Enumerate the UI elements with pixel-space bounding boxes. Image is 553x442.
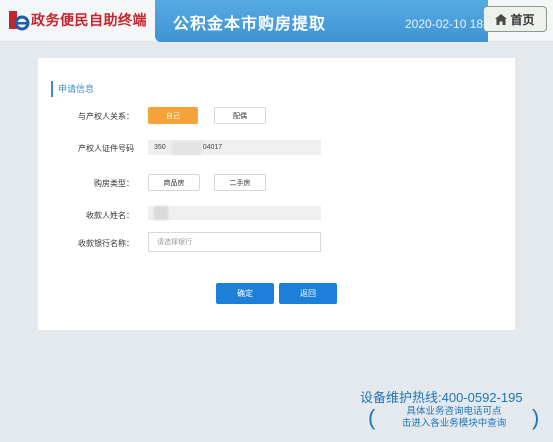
relation-option-self[interactable]: 自己 <box>148 107 198 124</box>
redaction-mask <box>172 141 202 155</box>
id-number-label: 产权人证件号码 <box>78 144 134 153</box>
house-type-option-second-hand[interactable]: 二手房 <box>214 174 266 191</box>
relation-label: 与产权人关系： <box>78 112 134 121</box>
id-number-field: 350 04017 <box>148 140 321 155</box>
payee-name-field <box>148 206 321 220</box>
right-paren-decoration: ) <box>532 405 540 430</box>
home-button-label: 首页 <box>510 12 535 27</box>
section-title: 申请信息 <box>51 81 94 97</box>
title-bar: 公积金本市购房提取 2020-02-10 18: <box>155 0 488 42</box>
page-title: 公积金本市购房提取 <box>173 16 327 33</box>
payee-name-label: 收款人姓名： <box>86 211 134 220</box>
application-form-card: 申请信息 与产权人关系： 自己 配偶 产权人证件号码 350 04017 购房类… <box>38 58 515 330</box>
left-paren-decoration: ( <box>368 405 376 430</box>
bank-select[interactable]: 请选择银行 <box>148 232 321 252</box>
redaction-mask <box>154 206 168 220</box>
id-number-prefix: 350 <box>154 144 166 151</box>
home-icon <box>495 13 508 25</box>
datetime: 2020-02-10 18: <box>405 17 487 31</box>
service-hint-line1: 具体业务咨询电话可点 <box>406 406 502 417</box>
house-type-option-commercial[interactable]: 商品房 <box>148 174 200 191</box>
service-hint-line2: 击进入各业务模块中查询 <box>401 418 507 429</box>
service-hint: 具体业务咨询电话可点 击进入各业务模块中查询 <box>379 406 529 430</box>
header-bar: 政务便民自助终端 公积金本市购房提取 2020-02-10 18: 首页 <box>0 0 553 42</box>
e-government-logo-icon <box>8 9 30 31</box>
confirm-button[interactable]: 确定 <box>216 283 274 304</box>
maintenance-hotline: 设备维护热线:400-0592-195 <box>360 390 523 405</box>
id-number-suffix: 04017 <box>202 144 223 151</box>
relation-option-spouse[interactable]: 配偶 <box>214 107 266 124</box>
bank-label: 收款银行名称： <box>78 239 134 248</box>
logo: 政务便民自助终端 <box>8 8 147 32</box>
house-type-label: 购房类型： <box>94 179 134 188</box>
logo-text: 政务便民自助终端 <box>31 12 147 28</box>
home-button[interactable]: 首页 <box>483 6 547 32</box>
back-button[interactable]: 返回 <box>279 283 337 304</box>
